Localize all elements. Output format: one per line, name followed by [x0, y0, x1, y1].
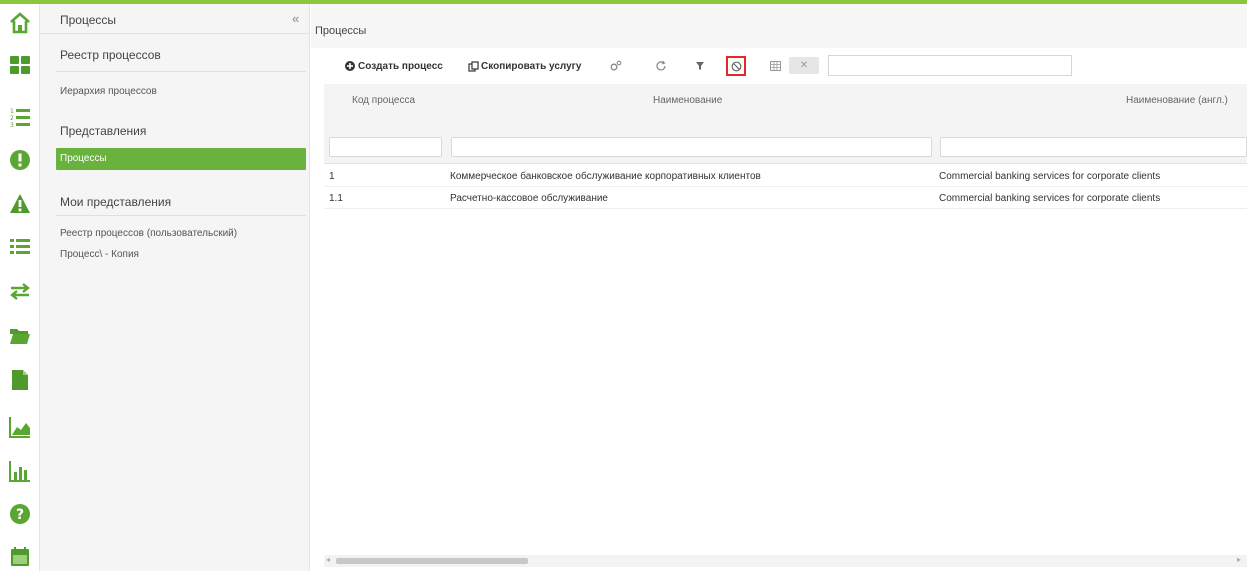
sidebar-item-my-view[interactable]: Процесс\ - Копия — [60, 249, 139, 260]
section-process-registry[interactable]: Реестр процессов — [60, 48, 161, 62]
divider — [56, 215, 306, 216]
copy-service-button[interactable]: Скопировать услугу — [468, 55, 581, 77]
numbered-list-icon[interactable]: 123 — [7, 104, 33, 130]
scroll-left-icon[interactable]: ◂ — [326, 555, 330, 564]
section-views: Представления — [60, 124, 147, 138]
columns-icon[interactable] — [765, 56, 785, 76]
cancel-filter-icon[interactable] — [726, 56, 746, 76]
column-header-code[interactable]: Код процесса — [352, 95, 415, 106]
copy-service-label: Скопировать услугу — [481, 60, 582, 72]
scrollbar-thumb[interactable] — [336, 558, 528, 564]
cell-name: Расчетно-кассовое обслуживание — [450, 193, 608, 204]
settings-gears-icon[interactable] — [606, 56, 626, 76]
folder-icon[interactable] — [7, 323, 33, 349]
sidebar-panel: Процессы « Реестр процессов Иерархия про… — [40, 4, 310, 571]
sidebar-item-my-view[interactable]: Реестр процессов (пользовательский) — [60, 228, 237, 239]
scroll-right-icon[interactable]: ▸ — [1237, 555, 1241, 564]
sidebar-item-hierarchy[interactable]: Иерархия процессов — [60, 86, 157, 97]
sidebar-title: Процессы — [60, 13, 117, 27]
table-header: Код процесса Наименование Наименование (… — [324, 84, 1247, 164]
sidebar-item-label: Процессы — [60, 153, 107, 164]
area-chart-icon[interactable] — [7, 414, 33, 440]
svg-text:3: 3 — [10, 122, 14, 128]
plus-circle-icon — [345, 61, 355, 71]
clear-button[interactable]: ✕ — [789, 57, 819, 74]
create-process-label: Создать процесс — [358, 60, 443, 72]
column-header-name[interactable]: Наименование — [653, 95, 722, 106]
main-content: Процессы Создать процесс Скопировать усл… — [311, 4, 1247, 571]
filter-input-name-en[interactable] — [940, 137, 1247, 157]
close-icon: ✕ — [799, 60, 809, 71]
icon-rail: 123 ? — [0, 4, 40, 571]
cell-name: Коммерческое банковское обслуживание кор… — [450, 171, 761, 182]
list-icon[interactable] — [7, 234, 33, 260]
svg-text:2: 2 — [10, 115, 14, 122]
refresh-icon[interactable] — [651, 56, 671, 76]
process-table: Код процесса Наименование Наименование (… — [324, 84, 1247, 554]
home-icon[interactable] — [7, 10, 33, 36]
help-icon[interactable]: ? — [7, 501, 33, 527]
page-title-bar: Процессы — [311, 4, 1247, 48]
collapse-sidebar-button[interactable]: « — [292, 11, 299, 26]
filter-icon[interactable] — [690, 56, 710, 76]
copy-icon — [468, 60, 479, 72]
transfer-icon[interactable] — [7, 278, 33, 304]
create-process-button[interactable]: Создать процесс — [345, 55, 443, 77]
svg-text:?: ? — [16, 507, 24, 523]
sidebar-header: Процессы « — [40, 4, 310, 34]
cell-code: 1 — [329, 171, 335, 182]
svg-text:1: 1 — [10, 108, 14, 115]
divider — [56, 71, 306, 72]
sidebar-item-processes-active[interactable]: Процессы — [56, 148, 306, 170]
calendar-icon[interactable] — [7, 544, 33, 570]
table-row[interactable]: 1 Коммерческое банковское обслуживание к… — [324, 165, 1247, 187]
cell-code: 1.1 — [329, 193, 343, 204]
horizontal-scrollbar[interactable]: ◂ ▸ — [324, 555, 1247, 567]
filter-input-name[interactable] — [451, 137, 932, 157]
warning-icon[interactable] — [7, 191, 33, 217]
cell-name-en: Commercial banking services for corporat… — [939, 171, 1161, 182]
alert-circle-icon[interactable] — [7, 147, 33, 173]
cell-name-en: Commercial banking services for corporat… — [939, 193, 1161, 204]
bar-chart-icon[interactable] — [7, 458, 33, 484]
document-icon[interactable] — [7, 367, 33, 393]
table-row[interactable]: 1.1 Расчетно-кассовое обслуживание Comme… — [324, 187, 1247, 209]
dashboard-icon[interactable] — [7, 52, 33, 78]
filter-input-code[interactable] — [329, 137, 442, 157]
column-header-name-en[interactable]: Наименование (англ.) — [1126, 95, 1228, 106]
page-title: Процессы — [315, 25, 367, 37]
section-my-views: Мои представления — [60, 195, 172, 209]
search-input[interactable] — [828, 55, 1072, 76]
